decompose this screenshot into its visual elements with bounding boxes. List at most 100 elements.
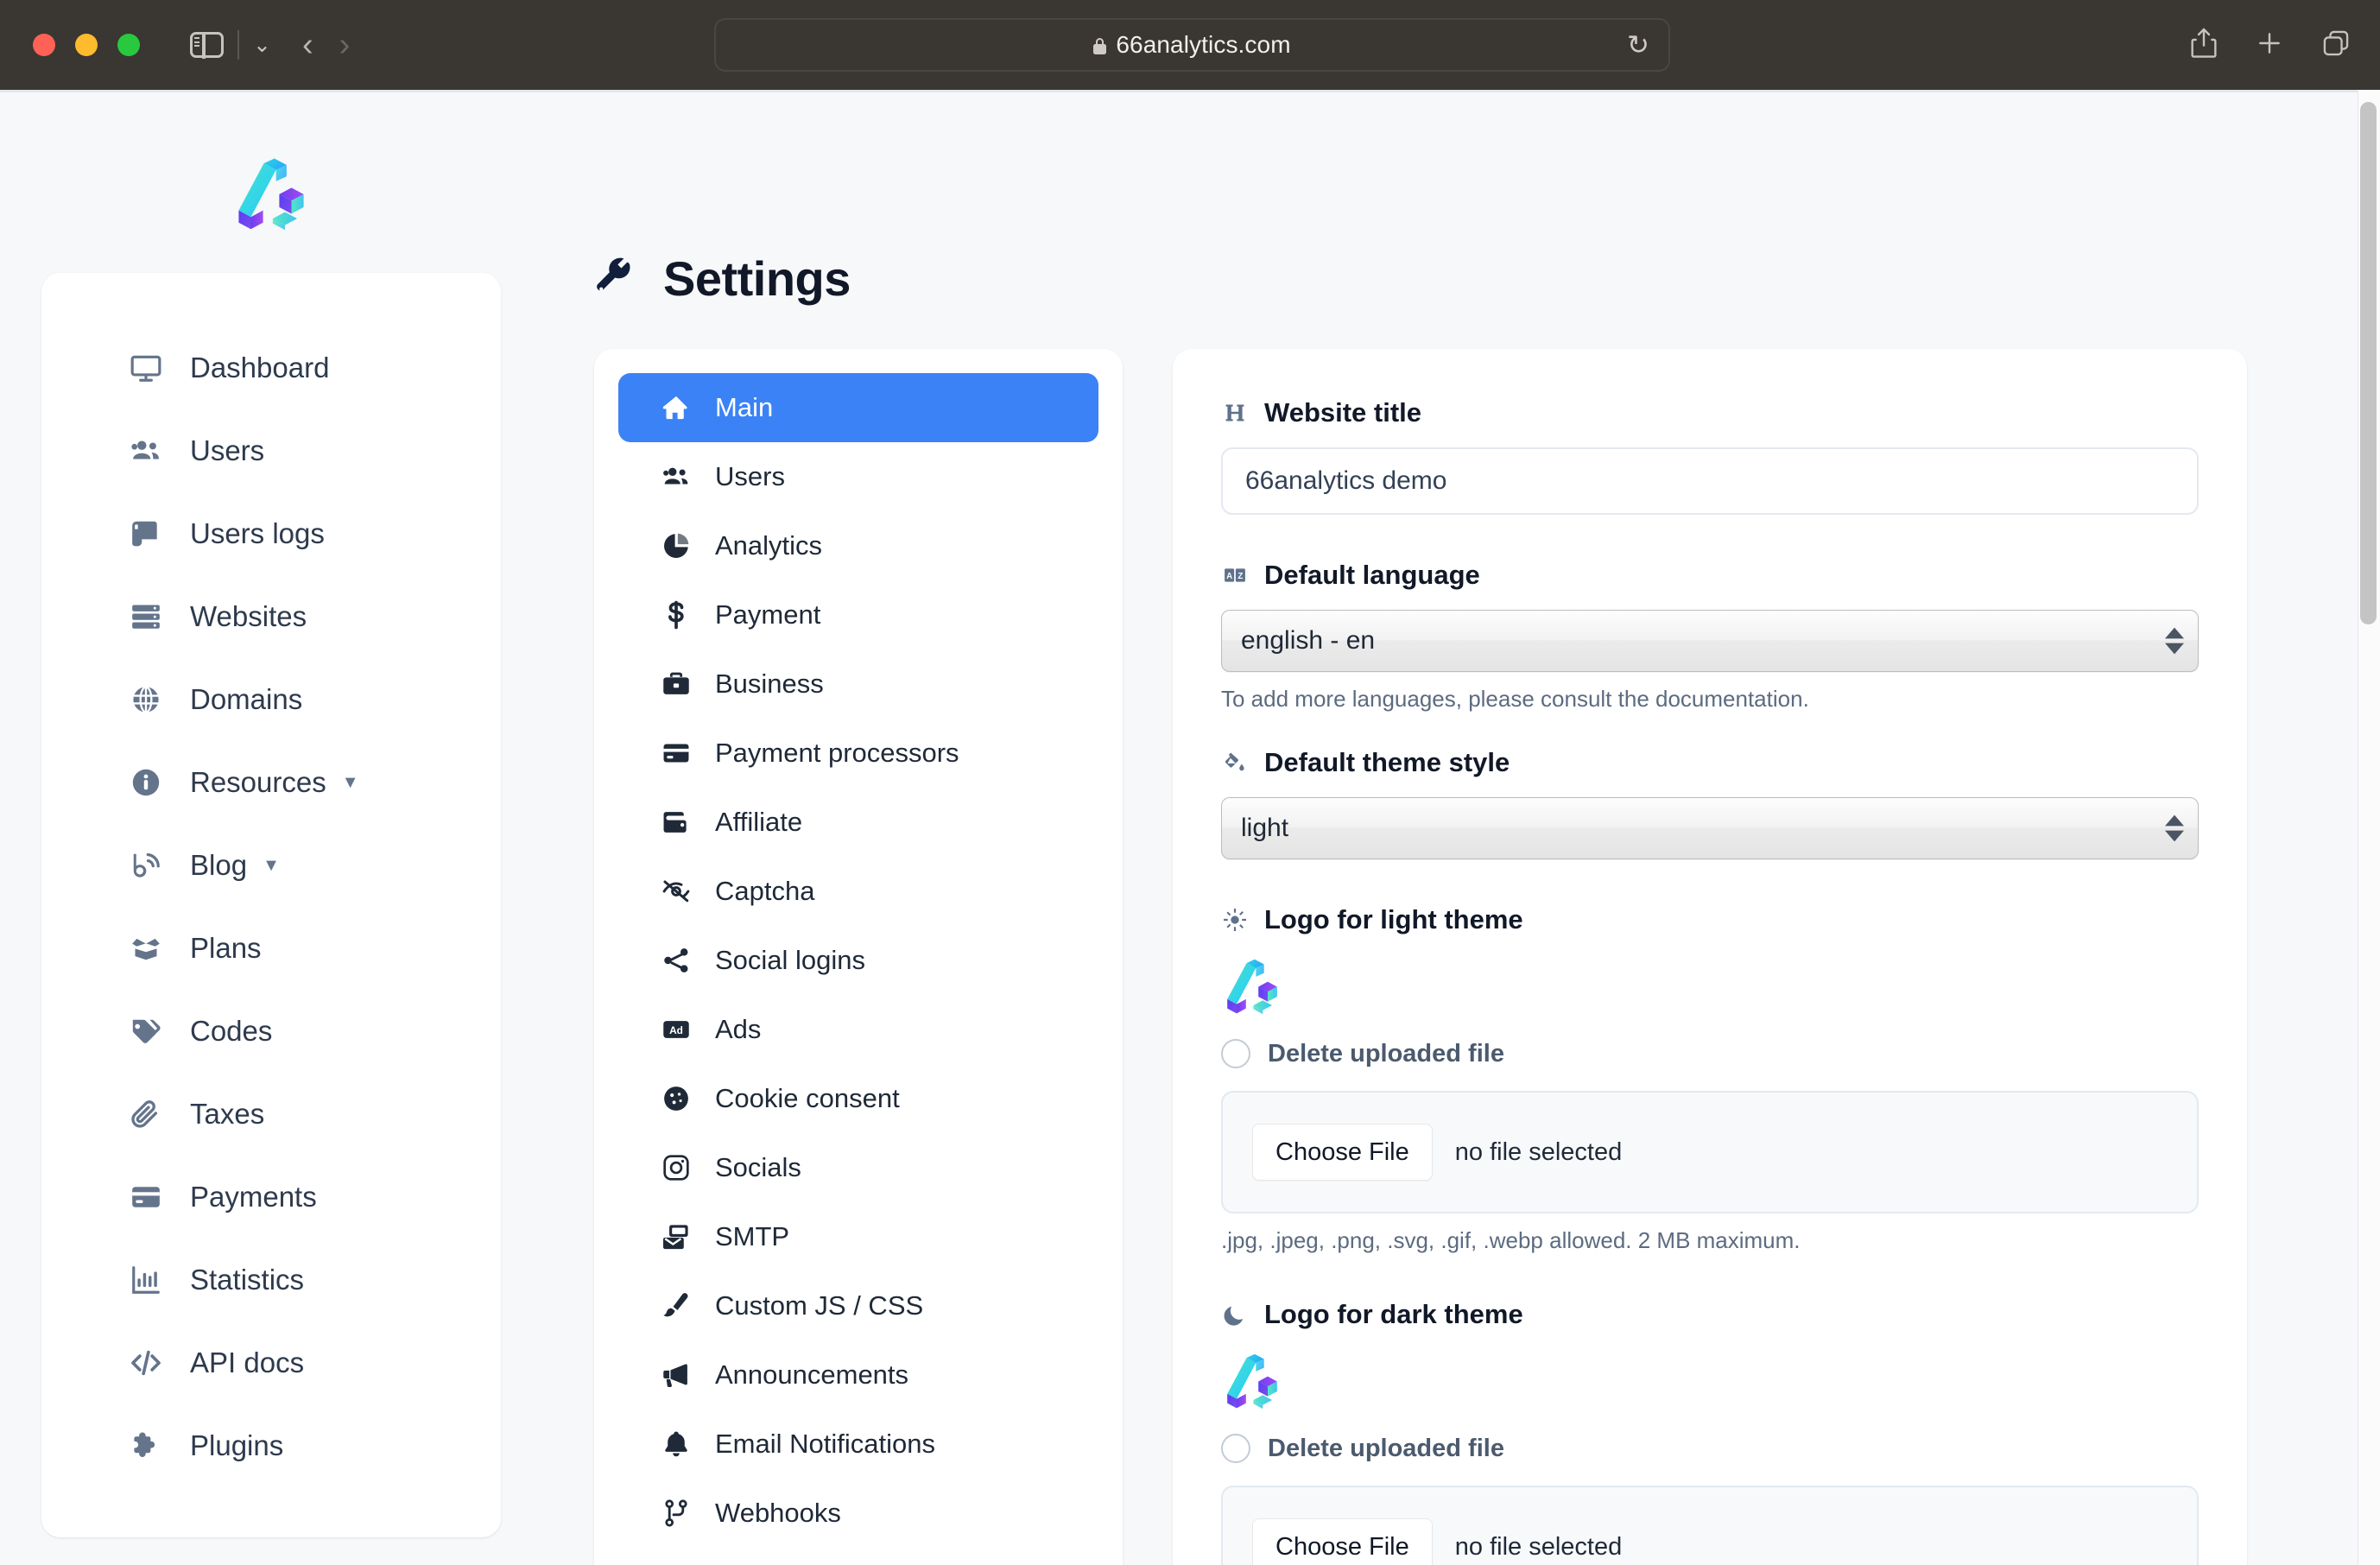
settings-tab-ads[interactable]: Ad Ads (618, 995, 1098, 1064)
sidebar-item-users[interactable]: Users (41, 409, 501, 492)
settings-tab-users[interactable]: Users (618, 442, 1098, 511)
sidebar-item-domains[interactable]: Domains (41, 658, 501, 741)
choose-file-button[interactable]: Choose File (1252, 1124, 1433, 1181)
forward-arrow-icon: › (339, 27, 351, 63)
sidebar-item-users-logs[interactable]: Users logs (41, 492, 501, 575)
field-label-text: Logo for dark theme (1264, 1299, 1523, 1329)
website-title-input[interactable] (1221, 447, 2199, 515)
settings-tab-webhooks[interactable]: Webhooks (618, 1479, 1098, 1548)
tags-icon (126, 1015, 166, 1048)
settings-tab-main[interactable]: Main (618, 373, 1098, 442)
home-icon (658, 393, 694, 422)
field-label-text: Default theme style (1264, 747, 1510, 777)
back-arrow-icon[interactable]: ‹ (302, 29, 313, 61)
delete-uploaded-file-checkbox[interactable] (1221, 1434, 1250, 1463)
delete-uploaded-file-checkbox[interactable] (1221, 1039, 1250, 1068)
sidebar-item-label: Websites (190, 600, 307, 632)
sidebar-toggle-icon[interactable] (190, 31, 224, 59)
users-icon (126, 434, 166, 467)
settings-tab-cookie-consent[interactable]: Cookie consent (618, 1064, 1098, 1133)
share-icon[interactable] (2190, 27, 2218, 64)
page-scrollbar-track[interactable] (2358, 90, 2380, 1565)
svg-text:A: A (1226, 572, 1232, 581)
field-label-text: Logo for light theme (1264, 904, 1523, 935)
settings-tab-captcha[interactable]: Captcha (618, 857, 1098, 926)
settings-tab-social-logins[interactable]: Social logins (618, 926, 1098, 995)
logo-dark-file-field[interactable]: Choose File no file selected (1221, 1486, 2199, 1565)
page-scrollbar-thumb[interactable] (2360, 102, 2377, 624)
settings-tab-label: Webhooks (715, 1498, 841, 1528)
sidebar-item-websites[interactable]: Websites (41, 575, 501, 658)
toolbar-right-actions (2190, 0, 2351, 90)
theme-paint-icon (1221, 751, 1249, 774)
settings-tab-analytics[interactable]: Analytics (618, 511, 1098, 580)
mail-server-icon (658, 1222, 694, 1251)
tab-overview-icon[interactable] (2321, 29, 2351, 62)
settings-tab-business[interactable]: Business (618, 649, 1098, 719)
settings-tab-socials[interactable]: Socials (618, 1133, 1098, 1202)
default-theme-style-select[interactable]: light (1221, 797, 2199, 859)
logo-light-delete-row[interactable]: Delete uploaded file (1221, 1039, 2199, 1068)
megaphone-icon (658, 1360, 694, 1390)
delete-uploaded-file-label: Delete uploaded file (1268, 1039, 1504, 1068)
paperclip-icon (126, 1098, 166, 1131)
chevron-down-icon[interactable]: ▼ (263, 856, 280, 876)
sidebar-item-label: Dashboard (190, 352, 330, 383)
cookie-icon (658, 1084, 694, 1113)
sidebar-item-blog[interactable]: Blog ▼ (41, 824, 501, 907)
heading-icon (1221, 402, 1249, 424)
logo-light-file-field[interactable]: Choose File no file selected (1221, 1091, 2199, 1213)
sidebar-item-label: Resources (190, 766, 326, 798)
eye-slash-icon (658, 877, 694, 906)
settings-tab-offload[interactable]: Offload (618, 1548, 1098, 1565)
share-nodes-icon (658, 946, 694, 975)
settings-tab-announcements[interactable]: Announcements (618, 1340, 1098, 1410)
sidebar-item-statistics[interactable]: Statistics (41, 1239, 501, 1321)
navigation-arrows: ‹ › (302, 29, 350, 61)
address-bar[interactable]: 66analytics.com ↻ (714, 18, 1670, 72)
wallet-icon (658, 808, 694, 837)
sidebar-item-taxes[interactable]: Taxes (41, 1073, 501, 1156)
select-stepper-arrows-icon[interactable] (2165, 627, 2184, 655)
logo-dark-delete-row[interactable]: Delete uploaded file (1221, 1434, 2199, 1463)
sidebar-item-api-docs[interactable]: API docs (41, 1321, 501, 1404)
sidebar-item-codes[interactable]: Codes (41, 990, 501, 1073)
settings-tab-label: Users (715, 461, 785, 491)
settings-tab-smtp[interactable]: SMTP (618, 1202, 1098, 1271)
settings-main-form: Website title AZ Default language englis… (1173, 349, 2247, 1565)
credit-card-icon (126, 1181, 166, 1213)
default-language-helper: To add more languages, please consult th… (1221, 686, 1809, 712)
settings-tab-payment[interactable]: Payment (618, 580, 1098, 649)
choose-file-button[interactable]: Choose File (1252, 1518, 1433, 1565)
puzzle-icon (126, 1429, 166, 1462)
plus-icon[interactable] (2256, 29, 2283, 61)
settings-tab-email-notifications[interactable]: Email Notifications (618, 1410, 1098, 1479)
dollar-sign-icon (658, 600, 694, 630)
select-stepper-arrows-icon[interactable] (2165, 814, 2184, 842)
settings-tab-custom-js-css[interactable]: Custom JS / CSS (618, 1271, 1098, 1340)
sidebar-item-resources[interactable]: Resources ▼ (41, 741, 501, 824)
sidebar-item-label: Users logs (190, 517, 325, 549)
sidebar-item-payments[interactable]: Payments (41, 1156, 501, 1239)
reload-icon[interactable]: ↻ (1627, 32, 1649, 59)
default-language-label-row: AZ Default language (1221, 560, 2199, 591)
field-label-text: Website title (1264, 397, 1422, 428)
lock-icon (1093, 37, 1107, 54)
ad-icon: Ad (658, 1015, 694, 1044)
maximize-window-button[interactable] (117, 34, 140, 56)
chevron-down-icon[interactable]: ⌄ (253, 34, 271, 56)
monitor-icon (126, 352, 166, 384)
main-sidebar-nav: Dashboard Users Users logs Websites Doma… (41, 273, 501, 1537)
default-language-select[interactable]: english - en (1221, 610, 2199, 672)
sidebar-item-plugins[interactable]: Plugins (41, 1404, 501, 1487)
settings-tab-payment-processors[interactable]: Payment processors (618, 719, 1098, 788)
settings-tab-label: Affiliate (715, 807, 803, 837)
credit-card-icon (658, 738, 694, 768)
minimize-window-button[interactable] (75, 34, 98, 56)
chevron-down-icon[interactable]: ▼ (342, 773, 359, 793)
logo-light-label-row: Logo for light theme (1221, 904, 2199, 935)
settings-tab-affiliate[interactable]: Affiliate (618, 788, 1098, 857)
close-window-button[interactable] (33, 34, 55, 56)
sidebar-item-dashboard[interactable]: Dashboard (41, 326, 501, 409)
sidebar-item-plans[interactable]: Plans (41, 907, 501, 990)
